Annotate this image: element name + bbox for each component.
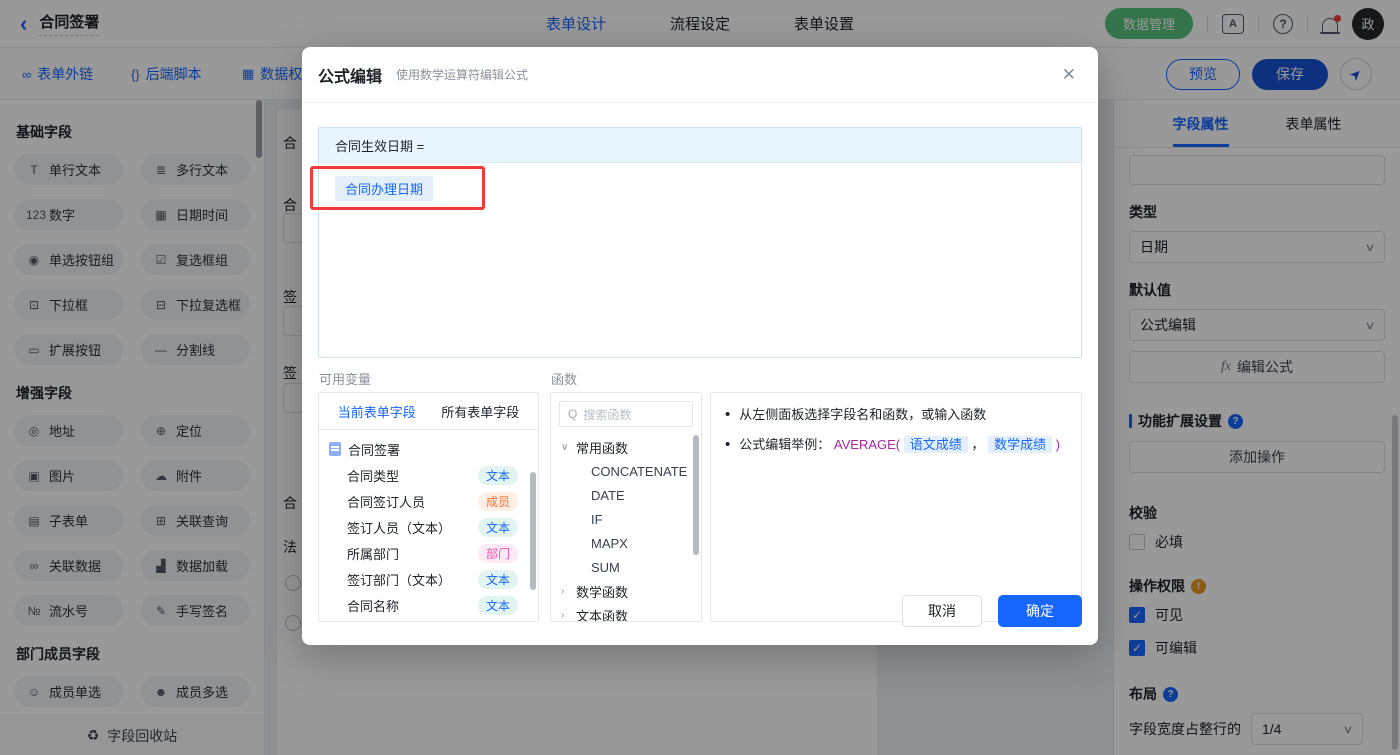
function-label: 常用函数 (576, 440, 629, 456)
variable-type-tag: 文本 (477, 465, 518, 485)
variable-field-name: 所属部门 (347, 546, 400, 562)
example-function-close: ) (1055, 437, 1061, 452)
variables-tabs: 当前表单字段 所有表单字段 (319, 393, 538, 430)
variable-field-row[interactable]: 签订部门（文本） 文本 (329, 566, 530, 592)
function-label: 文本函数 (576, 608, 629, 622)
tree-chevron-icon: › (561, 585, 565, 597)
variable-type-tag: 文本 (477, 517, 518, 537)
form-name: 合同签署 (348, 442, 401, 458)
functions-panel: Q 搜索函数 ∨ 常用函数 CONCATENATE DATE IF MAPX S… (550, 392, 702, 622)
variables-tree: 合同签署 合同类型 文本 合同签订人员 成员 签订人员（文本） 文本 所属部门 … (319, 430, 538, 618)
function-label: SUM (591, 559, 620, 575)
help-line-2: • 公式编辑举例： AVERAGE( 语文成绩 ， 数学成绩 ) (725, 435, 1067, 455)
variables-panel: 当前表单字段 所有表单字段 合同签署 合同类型 文本 合同签订人员 成员 签订人… (318, 392, 539, 622)
variable-field-row[interactable]: 所属部门 部门 (329, 540, 530, 566)
close-icon[interactable]: ✕ (1062, 65, 1076, 85)
function-row[interactable]: ∨ 常用函数 (551, 435, 701, 459)
variables-panel-label: 可用变量 (319, 372, 372, 387)
variable-field-name: 签订人员（文本） (347, 520, 452, 536)
function-label: IF (591, 511, 603, 527)
bullet: • (725, 436, 731, 453)
modal-footer: 取消 确定 (902, 595, 1082, 627)
function-row[interactable]: › 文本函数 (551, 603, 701, 622)
formula-field-chip[interactable]: 合同办理日期 (335, 176, 434, 201)
variable-type-tag: 文本 (477, 595, 518, 615)
variable-field-name: 合同类型 (347, 468, 400, 484)
function-row[interactable]: › 数学函数 (551, 579, 701, 603)
tree-chevron-icon: › (561, 609, 565, 621)
help-text: 从左侧面板选择字段名和函数，或输入函数 (739, 407, 987, 422)
example-function-open: AVERAGE( (833, 437, 901, 452)
example-field-chip: 数学成绩 (988, 436, 1053, 453)
function-row[interactable]: CONCATENATE (551, 459, 701, 483)
function-label: DATE (591, 487, 625, 503)
function-row[interactable]: MAPX (551, 531, 701, 555)
example-prefix: 公式编辑举例： (739, 437, 831, 452)
formula-target-bar: 合同生效日期 = (319, 128, 1081, 163)
cancel-button[interactable]: 取消 (902, 595, 982, 627)
formula-help-panel: • 从左侧面板选择字段名和函数，或输入函数 • 公式编辑举例： AVERAGE(… (710, 392, 1082, 622)
modal-header: 公式编辑 使用数学运算符编辑公式 ✕ (302, 47, 1098, 103)
variable-field-row[interactable]: 签订人员（文本） 文本 (329, 514, 530, 540)
variable-field-row[interactable]: 合同类型 文本 (329, 462, 530, 488)
search-placeholder: 搜索函数 (583, 407, 632, 422)
confirm-button[interactable]: 确定 (998, 595, 1082, 627)
formula-editor-box: 合同生效日期 = 合同办理日期 (318, 127, 1082, 358)
function-row[interactable]: SUM (551, 555, 701, 579)
variables-scrollbar[interactable] (530, 472, 536, 590)
variable-type-tag: 文本 (477, 569, 518, 589)
form-tree-root[interactable]: 合同签署 (329, 436, 530, 462)
help-example: 公式编辑举例： AVERAGE( 语文成绩 ， 数学成绩 ) (739, 435, 1060, 455)
formula-editor-modal: 公式编辑 使用数学运算符编辑公式 ✕ 合同生效日期 = 合同办理日期 可用变量 … (302, 47, 1098, 645)
variables-tab[interactable]: 所有表单字段 (441, 402, 519, 421)
function-label: MAPX (591, 535, 628, 551)
search-icon: Q (568, 407, 578, 421)
function-row[interactable]: DATE (551, 483, 701, 507)
tree-chevron-icon: ∨ (561, 441, 569, 453)
formula-target-label: 合同生效日期 = (335, 138, 425, 154)
bullet: • (725, 406, 731, 423)
variable-field-row[interactable]: 合同名称 文本 (329, 592, 530, 618)
example-comma: ， (971, 437, 985, 452)
function-search-input[interactable]: Q 搜索函数 (559, 401, 693, 427)
help-line-1: • 从左侧面板选择字段名和函数，或输入函数 (725, 405, 1067, 425)
variables-field-list: 合同类型 文本 合同签订人员 成员 签订人员（文本） 文本 所属部门 部门 签订… (329, 462, 530, 618)
variable-field-row[interactable]: 合同签订人员 成员 (329, 488, 530, 514)
variable-type-tag: 部门 (477, 543, 518, 563)
functions-panel-label: 函数 (551, 372, 578, 387)
function-row[interactable]: IF (551, 507, 701, 531)
modal-title: 公式编辑 (318, 68, 383, 86)
variables-tab[interactable]: 当前表单字段 (338, 402, 416, 421)
form-doc-icon (329, 442, 341, 456)
functions-tree: ∨ 常用函数 CONCATENATE DATE IF MAPX SUM › 数学… (551, 435, 701, 622)
modal-subtitle: 使用数学运算符编辑公式 (396, 68, 529, 82)
variable-field-name: 签订部门（文本） (347, 572, 452, 588)
functions-scrollbar[interactable] (693, 435, 699, 555)
example-field-chip: 语文成绩 (903, 436, 968, 453)
variable-field-name: 合同名称 (347, 598, 400, 614)
function-label: 数学函数 (576, 584, 629, 600)
variable-field-name: 合同签订人员 (347, 494, 426, 510)
variable-type-tag: 成员 (477, 491, 518, 511)
function-label: CONCATENATE (591, 463, 688, 479)
formula-input-area[interactable]: 合同办理日期 (319, 163, 1081, 357)
